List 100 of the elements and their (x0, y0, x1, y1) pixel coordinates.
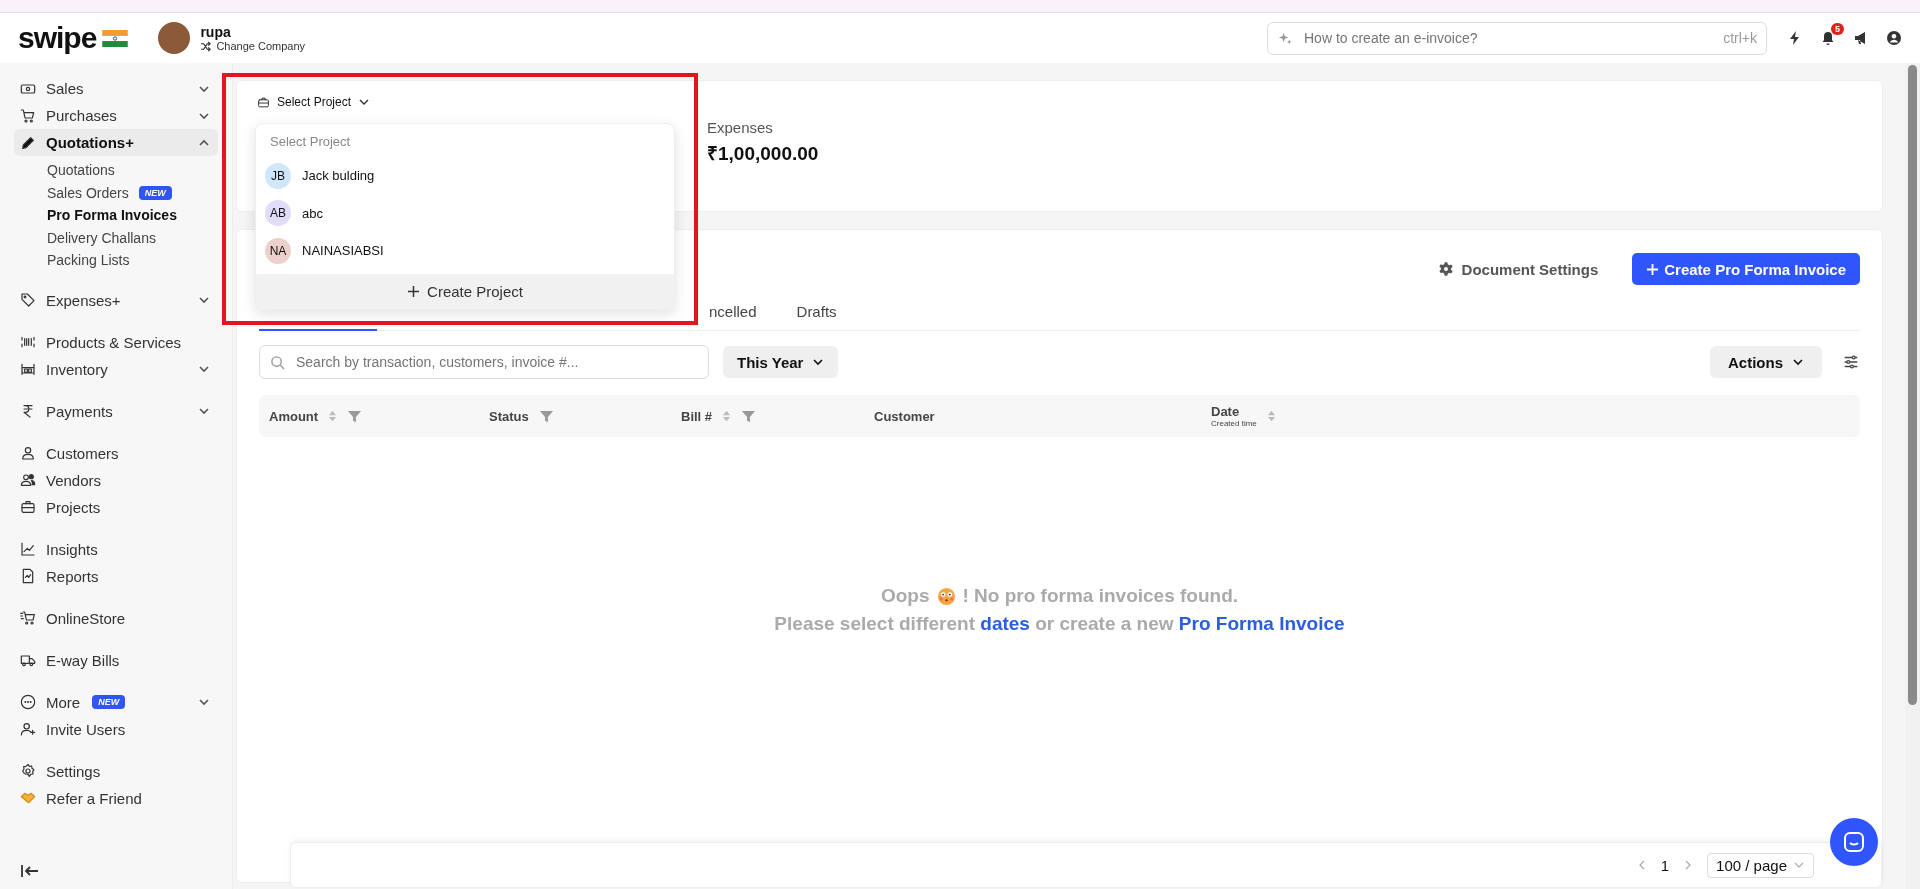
project-selector[interactable]: Select Project (257, 95, 1862, 109)
person-plus-icon (20, 721, 36, 737)
filter-icon[interactable] (347, 408, 363, 424)
sidebar-item[interactable]: Purchases (14, 102, 218, 129)
dates-link[interactable]: dates (980, 613, 1030, 634)
empty-message: ! No pro forma invoices found. (962, 585, 1239, 607)
rupee-icon (20, 403, 36, 419)
new-badge: NEW (92, 695, 126, 709)
report-icon (20, 568, 36, 584)
briefcase-icon (20, 499, 36, 515)
page-number[interactable]: 1 (1660, 856, 1670, 874)
sidebar-item[interactable]: More NEW (14, 688, 218, 716)
sidebar-item[interactable]: Insights (14, 535, 218, 563)
project-initials: AB (265, 200, 291, 227)
chevron-icon[interactable] (198, 405, 210, 417)
submenu-item[interactable]: Quotations (47, 159, 218, 182)
barcode-icon (20, 334, 36, 350)
project-initials: JB (265, 162, 291, 189)
sidebar-item[interactable]: Inventory (14, 355, 218, 383)
search-icon (270, 354, 285, 370)
store-icon (20, 610, 36, 626)
briefcase-icon (257, 95, 270, 109)
submenu-item[interactable]: Sales Orders NEW (47, 181, 218, 204)
gear-icon (20, 763, 36, 779)
empty-hint: Please select different dates or create a new Pro Forma Invoice (774, 613, 1345, 635)
pencil-icon (20, 134, 36, 151)
shuffle-icon (200, 40, 212, 52)
actions-dropdown[interactable]: Actions (1710, 346, 1822, 378)
column-header[interactable]: Amount (269, 408, 319, 424)
expenses-label: Expenses (707, 119, 774, 136)
create-invoice-button[interactable]: Create Pro Forma Invoice (1632, 253, 1860, 285)
chevron-down-icon (1792, 356, 1804, 368)
company-name: rupa (200, 24, 232, 40)
person-icon (20, 445, 36, 461)
surprised-face-icon (936, 586, 956, 606)
sidebar-item[interactable]: E-way Bills (14, 646, 218, 674)
page-size-select[interactable]: 100 / page (1707, 852, 1814, 878)
chat-icon (1842, 830, 1866, 854)
collapse-sidebar-icon[interactable] (20, 863, 40, 879)
scrollbar[interactable] (1905, 63, 1920, 889)
tab[interactable]: Drafts (790, 303, 843, 330)
submenu-item[interactable]: Delivery Challans (47, 226, 218, 249)
create-project-button[interactable]: Create Project (256, 273, 674, 309)
user-icon[interactable] (1886, 30, 1902, 46)
create-invoice-link[interactable]: Pro Forma Invoice (1178, 613, 1345, 634)
search-field[interactable]: Search by transaction, customers, invoice #... (259, 345, 709, 379)
sidebar-item[interactable]: Sales (14, 75, 218, 102)
shelf-icon (20, 361, 36, 377)
sidebar-item[interactable]: Invite Users (14, 715, 218, 743)
plus-icon (407, 284, 421, 298)
column-header[interactable]: Status (489, 408, 529, 424)
chevron-down-icon (812, 356, 825, 368)
project-initials: NA (265, 237, 291, 264)
filter-icon[interactable] (741, 408, 757, 424)
column-subtitle: Created time (1211, 419, 1257, 428)
dots-icon (20, 694, 36, 710)
chart-icon (20, 541, 36, 557)
sidebar-item[interactable]: Products & Services (14, 328, 218, 356)
filter-icon[interactable] (538, 408, 554, 424)
new-badge: NEW (138, 185, 172, 200)
period-dropdown[interactable]: This Year (723, 346, 839, 378)
chevron-icon[interactable] (198, 294, 210, 306)
column-header[interactable]: Bill # (681, 408, 713, 424)
notification-bell-icon[interactable] (1820, 30, 1836, 46)
chevron-icon[interactable] (198, 696, 210, 708)
expenses-amount: ₹1,00,000.00 (707, 142, 819, 166)
logo[interactable]: swipe (18, 23, 97, 53)
submenu-item[interactable]: Packing Lists (47, 249, 218, 272)
gear-icon (1437, 261, 1454, 277)
notification-count: 5 (1831, 23, 1844, 35)
cart-icon (20, 107, 36, 124)
dropdown-header: Select Project (269, 133, 352, 151)
document-settings-button[interactable]: Document Settings (1431, 259, 1605, 279)
sidebar-item[interactable]: Quotations+ (14, 129, 218, 156)
sidebar-item[interactable]: Reports (14, 562, 218, 590)
project-option[interactable]: JB Jack bulding (256, 157, 674, 195)
sidebar-item[interactable]: Vendors (14, 466, 218, 494)
sidebar-item[interactable]: OnlineStore (14, 604, 218, 632)
project-option[interactable]: AB abc (256, 194, 674, 232)
sparkle-icon (1278, 30, 1293, 46)
submenu-item[interactable]: Pro Forma Invoices (47, 204, 218, 227)
sliders-icon[interactable] (1842, 353, 1860, 371)
company-avatar[interactable] (158, 22, 191, 54)
project-option[interactable]: NA NAINASIABSI (256, 232, 674, 270)
sidebar-item[interactable]: Refer a Friend (14, 784, 218, 812)
sidebar-item[interactable]: Payments (14, 397, 218, 425)
shortcut-hint: ctrl+k (1723, 30, 1757, 46)
change-company-link[interactable]: Change Company (216, 40, 306, 52)
sidebar-item[interactable]: Expenses+ (14, 286, 218, 314)
people-icon (20, 472, 36, 488)
chevron-icon[interactable] (198, 363, 210, 375)
empty-title: Oops (880, 585, 930, 607)
sidebar-item[interactable]: Projects (14, 493, 218, 521)
column-header[interactable]: Date (1211, 404, 1257, 419)
sidebar-item[interactable]: Customers (14, 439, 218, 467)
sidebar-item[interactable]: Settings (14, 757, 218, 785)
tab[interactable]: ncelled (703, 303, 763, 330)
tag-icon (20, 292, 36, 308)
column-header[interactable]: Customer (874, 408, 935, 424)
truck-icon (20, 652, 36, 668)
